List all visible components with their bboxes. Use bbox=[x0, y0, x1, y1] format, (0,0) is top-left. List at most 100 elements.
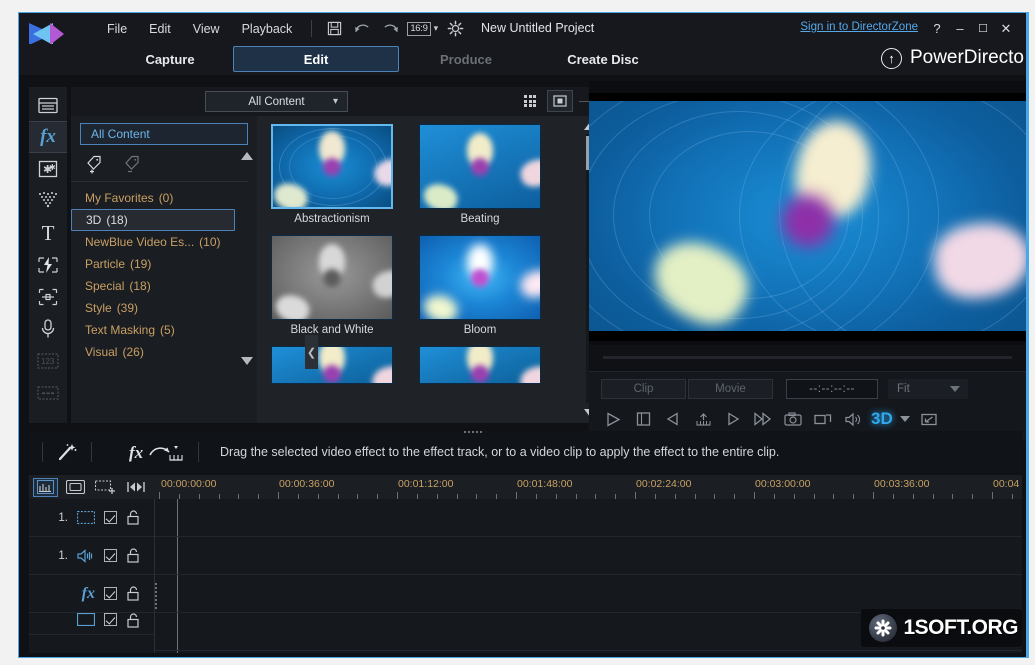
menu-playback[interactable]: Playback bbox=[231, 18, 304, 40]
category-item-style[interactable]: Style (39) bbox=[71, 297, 235, 319]
lock-icon[interactable] bbox=[126, 613, 140, 628]
track-header-video-1[interactable]: 1. bbox=[29, 499, 154, 537]
sidebar-item-effect-room[interactable]: fx bbox=[29, 121, 67, 153]
save-icon[interactable] bbox=[323, 19, 345, 39]
lock-icon[interactable] bbox=[126, 586, 140, 601]
pip-track-icon[interactable] bbox=[77, 613, 95, 626]
help-button[interactable]: ? bbox=[927, 19, 947, 39]
video-track-icon[interactable] bbox=[77, 511, 95, 524]
track-enable-checkbox[interactable] bbox=[104, 549, 117, 562]
menu-view[interactable]: View bbox=[182, 18, 231, 40]
effect-item-bloom[interactable]: Bloom bbox=[419, 235, 541, 336]
track-header-pip[interactable] bbox=[29, 613, 154, 635]
sidebar-item-media-room[interactable] bbox=[29, 89, 67, 121]
play-icon[interactable] bbox=[599, 405, 627, 433]
sidebar-item-audio-mixing-room[interactable] bbox=[29, 281, 67, 313]
sidebar-item-subtitle-room[interactable] bbox=[29, 377, 67, 409]
add-tag-icon[interactable] bbox=[85, 154, 107, 174]
menu-file[interactable]: File bbox=[96, 18, 138, 40]
stop-icon[interactable] bbox=[629, 405, 657, 433]
fullscreen-icon[interactable] bbox=[915, 405, 943, 433]
timeline-ruler[interactable]: 00:00:00:00 00:00:36:00 00:01:12:00 00:0… bbox=[155, 475, 1022, 499]
next-frame-icon[interactable] bbox=[719, 405, 747, 433]
redo-icon[interactable] bbox=[379, 19, 401, 39]
tab-edit[interactable]: Edit bbox=[233, 46, 399, 72]
content-filter-dropdown[interactable]: All Content ▾ bbox=[205, 91, 348, 112]
track-enable-checkbox[interactable] bbox=[104, 511, 117, 524]
effect-item-abstractionism[interactable]: Abstractionism bbox=[271, 124, 393, 225]
sidebar-item-pip-objects-room[interactable]: ✱ ✱ bbox=[29, 153, 67, 185]
sidebar-item-chapter-room[interactable]: 123 bbox=[29, 345, 67, 377]
category-scrollbar[interactable] bbox=[240, 152, 253, 367]
track-header-audio-1[interactable]: 1. bbox=[29, 537, 154, 575]
scrubber-track[interactable] bbox=[603, 356, 1012, 359]
single-view-icon[interactable] bbox=[547, 90, 573, 112]
track-enable-checkbox[interactable] bbox=[104, 587, 117, 600]
fx-track-icon[interactable]: fx bbox=[82, 585, 95, 603]
category-item-my-favorites[interactable]: My Favorites (0) bbox=[71, 187, 235, 209]
close-button[interactable]: ✕ bbox=[996, 19, 1016, 39]
scroll-down-icon[interactable] bbox=[240, 357, 253, 365]
minimize-button[interactable]: – bbox=[950, 19, 970, 39]
popout-preview-icon[interactable] bbox=[809, 405, 837, 433]
sidebar-item-transition-room[interactable] bbox=[29, 249, 67, 281]
fast-forward-icon[interactable] bbox=[749, 405, 777, 433]
volume-icon[interactable] bbox=[839, 405, 867, 433]
category-item-text-masking[interactable]: Text Masking (5) bbox=[71, 319, 235, 341]
sign-in-link[interactable]: Sign in to DirectorZone bbox=[800, 21, 918, 33]
movie-mode-button[interactable]: Movie bbox=[688, 379, 773, 399]
mode-3d-button[interactable]: 3D bbox=[869, 405, 895, 433]
clip-mode-button[interactable]: Clip bbox=[601, 379, 686, 399]
tab-capture[interactable]: Capture bbox=[107, 46, 233, 72]
track-enable-checkbox[interactable] bbox=[104, 613, 117, 626]
snapshot-icon[interactable] bbox=[779, 405, 807, 433]
scroll-up-icon[interactable] bbox=[240, 152, 253, 160]
tab-create-disc[interactable]: Create Disc bbox=[535, 46, 671, 72]
fx-to-track-icon[interactable]: fx bbox=[129, 441, 185, 463]
effect-item-beating[interactable]: Beating bbox=[419, 124, 541, 225]
storyboard-icon[interactable] bbox=[63, 478, 88, 497]
effect-item-black-and-white[interactable]: Black and White bbox=[271, 235, 393, 336]
lock-icon[interactable] bbox=[126, 510, 140, 525]
effect-item-row3-left[interactable] bbox=[271, 346, 393, 384]
aspect-ratio-selector[interactable]: 16:9 ▾ bbox=[407, 19, 438, 39]
previous-frame-icon[interactable] bbox=[659, 405, 687, 433]
chevron-down-icon[interactable] bbox=[897, 405, 913, 433]
undo-icon[interactable] bbox=[351, 19, 373, 39]
category-item-particle[interactable]: Particle (19) bbox=[71, 253, 235, 275]
remove-tag-icon[interactable] bbox=[123, 154, 145, 174]
category-item-visual[interactable]: Visual (26) bbox=[71, 341, 235, 363]
track-lane-effect[interactable] bbox=[155, 575, 1022, 613]
zoom-fit-dropdown[interactable]: Fit bbox=[888, 379, 968, 399]
track-header-effect[interactable]: fx bbox=[29, 575, 154, 613]
timeline-ruler-icon[interactable] bbox=[33, 477, 58, 497]
track-lane-audio-1[interactable] bbox=[155, 537, 1022, 575]
category-item-3d[interactable]: 3D (18) bbox=[71, 209, 235, 231]
preview-timecode[interactable]: --:--:--:-- bbox=[786, 379, 878, 399]
maximize-button[interactable]: ☐ bbox=[973, 19, 993, 39]
tab-produce[interactable]: Produce bbox=[401, 46, 531, 72]
preview-scrubber[interactable] bbox=[589, 345, 1026, 371]
sidebar-item-voice-over-room[interactable] bbox=[29, 313, 67, 345]
track-manager-icon[interactable] bbox=[123, 478, 148, 497]
lock-icon[interactable] bbox=[126, 548, 140, 563]
preview-video[interactable] bbox=[589, 93, 1026, 341]
sidebar-item-particle-room[interactable] bbox=[29, 185, 67, 217]
category-item-special[interactable]: Special (18) bbox=[71, 275, 235, 297]
effect-item-row3-right[interactable] bbox=[419, 346, 541, 384]
all-content-button[interactable]: All Content bbox=[80, 123, 248, 145]
step-marker-icon[interactable] bbox=[689, 405, 717, 433]
audio-track-icon[interactable] bbox=[77, 548, 95, 563]
gear-icon[interactable] bbox=[444, 19, 466, 39]
category-item-newblue-video-essentials[interactable]: NewBlue Video Es... (10) bbox=[71, 231, 235, 253]
ruler-tick bbox=[873, 492, 874, 499]
track-lane-video-1[interactable] bbox=[155, 499, 1022, 537]
sidebar-item-title-room[interactable]: T bbox=[29, 217, 67, 249]
grid-sort-icon[interactable] bbox=[517, 90, 543, 112]
menu-edit[interactable]: Edit bbox=[138, 18, 182, 40]
add-track-icon[interactable] bbox=[93, 478, 118, 497]
magic-wand-icon[interactable] bbox=[56, 442, 78, 462]
track-resize-grip[interactable] bbox=[155, 583, 157, 609]
panel-resize-grip[interactable] bbox=[464, 431, 482, 433]
chevron-left-icon[interactable]: ❮ bbox=[305, 335, 318, 369]
